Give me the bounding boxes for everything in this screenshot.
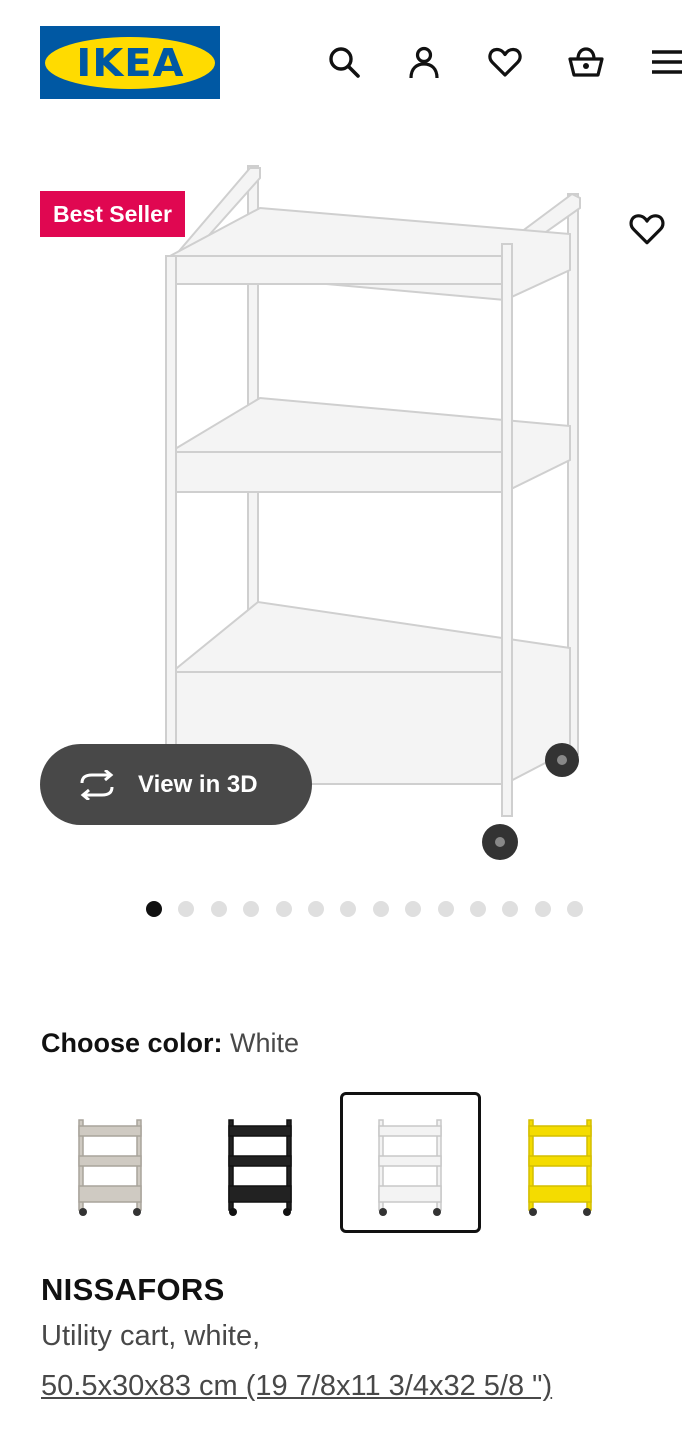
view-in-3d-button[interactable]: View in 3D (40, 744, 312, 825)
rotate-3d-icon (80, 769, 114, 800)
swatch-beige[interactable] (40, 1092, 181, 1233)
swatch-yellow[interactable] (490, 1092, 631, 1233)
logo-oval: IKEA (45, 36, 215, 89)
product-description: Utility cart, white, (41, 1320, 261, 1352)
carousel-dot[interactable] (243, 901, 260, 917)
swatch-white[interactable] (340, 1092, 481, 1233)
cart-thumbnail-black (227, 1118, 292, 1216)
product-page: IKEA Best Seller View in 3D Choose color… (0, 0, 693, 1440)
basket-icon[interactable] (564, 40, 608, 84)
carousel-dot[interactable] (534, 901, 551, 917)
carousel-dot[interactable] (340, 901, 357, 917)
carousel-dot[interactable] (437, 901, 454, 917)
carousel-dot[interactable] (146, 901, 162, 917)
carousel-dot[interactable] (502, 901, 519, 917)
choose-color-label: Choose color: White (41, 1028, 299, 1059)
favorite-button[interactable] (624, 206, 670, 252)
cart-thumbnail-white (377, 1118, 442, 1216)
carousel-dot[interactable] (567, 901, 584, 917)
cart-thumbnail-yellow (527, 1118, 592, 1216)
carousel-dot[interactable] (178, 901, 195, 917)
view-in-3d-label: View in 3D (138, 770, 258, 798)
carousel-dot[interactable] (405, 901, 422, 917)
search-icon[interactable] (322, 40, 366, 84)
product-name: NISSAFORS (41, 1272, 225, 1307)
carousel-dots (0, 901, 693, 919)
choose-color-title: Choose color: (41, 1028, 223, 1058)
carousel-dot[interactable] (275, 901, 292, 917)
ikea-logo[interactable]: IKEA (40, 26, 220, 99)
color-swatches (40, 1092, 660, 1234)
product-size-link[interactable]: 50.5x30x83 cm (19 7/8x11 3/4x32 5/8 ") (41, 1370, 552, 1403)
heart-icon[interactable] (483, 40, 527, 84)
best-seller-badge: Best Seller (40, 191, 185, 237)
top-header: IKEA (0, 0, 693, 120)
logo-text: IKEA (75, 40, 185, 85)
account-icon[interactable] (402, 40, 446, 84)
menu-icon[interactable] (645, 40, 689, 84)
heart-outline-icon (629, 214, 665, 245)
selected-color-value: White (230, 1028, 300, 1058)
cart-thumbnail-beige (77, 1118, 142, 1216)
carousel-dot[interactable] (470, 901, 486, 917)
carousel-dot[interactable] (308, 901, 324, 917)
carousel-dot[interactable] (210, 901, 227, 917)
carousel-dot[interactable] (372, 901, 389, 917)
swatch-black[interactable] (190, 1092, 331, 1233)
